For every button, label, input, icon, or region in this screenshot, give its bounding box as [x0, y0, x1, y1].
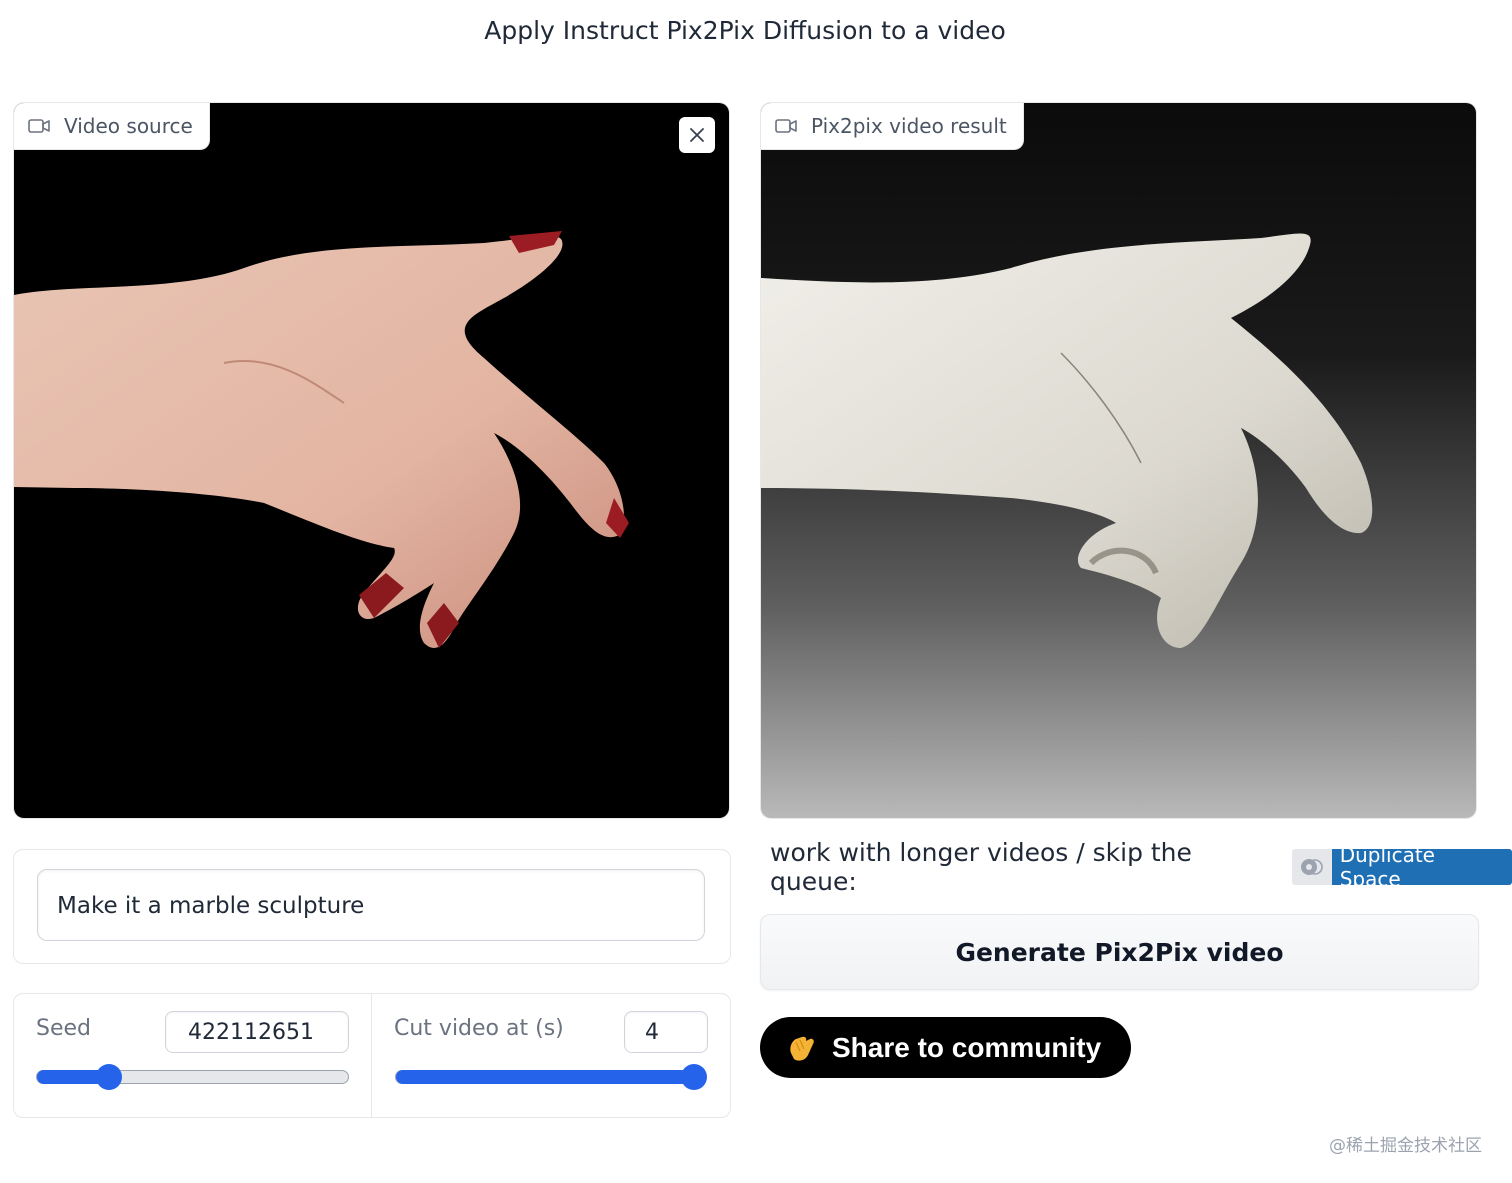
- duplicate-space-row: work with longer videos / skip the queue…: [770, 838, 1512, 896]
- clapping-hands-icon: [790, 1036, 814, 1061]
- generate-video-button[interactable]: Generate Pix2Pix video: [760, 914, 1479, 990]
- video-source-label: Video source: [64, 114, 193, 138]
- video-source-label-tab: Video source: [14, 103, 210, 150]
- seed-slider-thumb[interactable]: [95, 1064, 122, 1090]
- video-camera-icon: [775, 119, 797, 133]
- seed-label: Seed: [36, 1016, 91, 1041]
- share-to-community-button[interactable]: Share to community: [760, 1017, 1131, 1078]
- watermark: @稀土掘金技术社区: [1329, 1136, 1482, 1156]
- seed-number-input[interactable]: 422112651: [165, 1011, 349, 1053]
- marble-hand-image: [761, 233, 1373, 648]
- slider-divider: [371, 994, 372, 1117]
- cut-video-label: Cut video at (s): [394, 1016, 564, 1041]
- page-title: Apply Instruct Pix2Pix Diffusion to a vi…: [484, 16, 1006, 45]
- duplicate-icon: [1291, 849, 1332, 885]
- cut-video-slider-thumb[interactable]: [681, 1064, 707, 1090]
- cut-video-slider-fill: [396, 1070, 694, 1084]
- cut-video-slider[interactable]: [395, 1064, 707, 1090]
- video-camera-icon: [28, 119, 50, 133]
- video-source-panel[interactable]: Video source: [14, 103, 729, 818]
- duplicate-space-badge[interactable]: Duplicate Space: [1291, 849, 1512, 885]
- duplicate-space-text: work with longer videos / skip the queue…: [770, 838, 1192, 896]
- slider-row: Seed 422112651 Cut video at (s) 4: [13, 993, 731, 1118]
- duplicate-space-label[interactable]: Duplicate Space: [1331, 849, 1512, 885]
- share-to-community-label: Share to community: [832, 1031, 1102, 1063]
- video-result-label: Pix2pix video result: [811, 114, 1007, 138]
- video-result-label-tab: Pix2pix video result: [761, 103, 1024, 150]
- video-result-panel[interactable]: Pix2pix video result: [761, 103, 1476, 818]
- prompt-container: Make it a marble sculpture: [13, 849, 731, 964]
- seed-slider[interactable]: [36, 1064, 349, 1090]
- cut-video-number-input[interactable]: 4: [624, 1011, 708, 1053]
- close-icon[interactable]: [689, 127, 705, 143]
- prompt-input[interactable]: Make it a marble sculpture: [37, 869, 705, 941]
- clear-video-button[interactable]: [679, 117, 715, 153]
- source-hand-image: [14, 231, 629, 648]
